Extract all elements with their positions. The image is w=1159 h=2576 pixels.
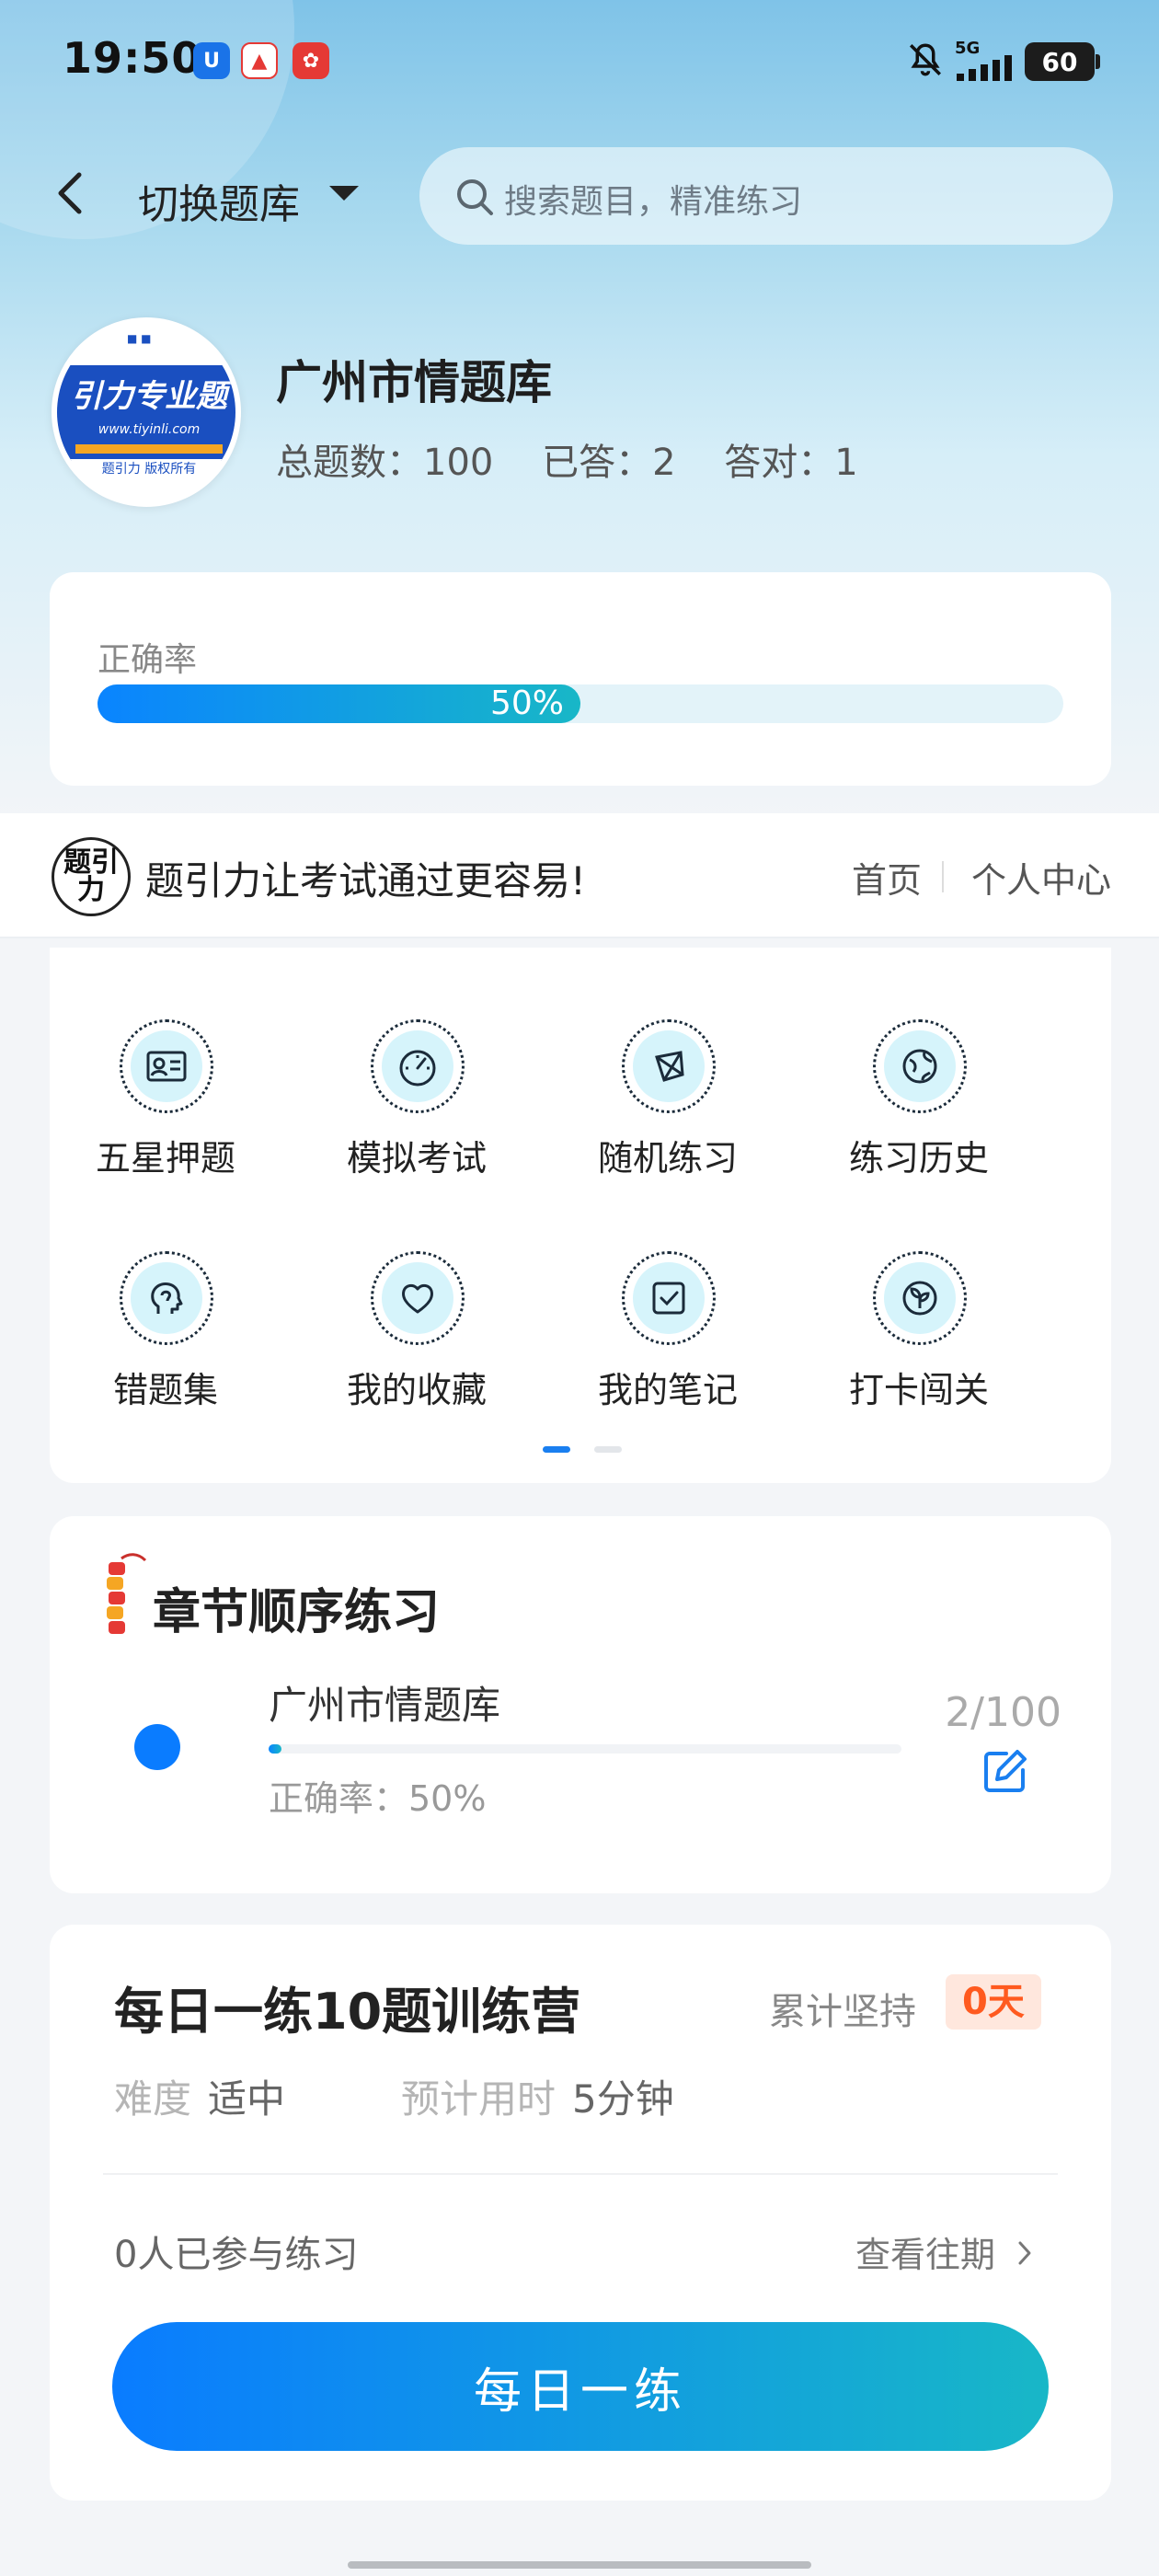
stat-total: 总题数：100 (276, 442, 494, 484)
avatar-mini-label: ■ ■ (127, 332, 152, 345)
chapter-status-dot (134, 1724, 180, 1770)
app-shield-icon: U (193, 42, 230, 79)
grid-item-checkin[interactable]: 打卡闯关 (818, 1207, 1020, 1410)
chapter-item-name[interactable]: 广州市情题库 (269, 1674, 500, 1731)
head-icon (120, 1251, 213, 1345)
grid-item-label: 随机练习 (597, 1138, 738, 1179)
grid-item-label: 打卡闯关 (848, 1370, 989, 1410)
avatar-copyright: 题引力 版权所有 (57, 459, 235, 477)
app-red-triangle-icon: ▲ (241, 42, 278, 79)
mute-bell-icon (910, 43, 941, 76)
feature-grid: 五星押题 模拟考试 随机练习 练习历史 错题集 我的收藏 我的笔记 打卡闯关 (50, 948, 1111, 1483)
grid-item-five-star[interactable]: 五星押题 (64, 975, 267, 1179)
edit-icon[interactable] (979, 1746, 1030, 1798)
accuracy-bar: 50% (98, 684, 1063, 723)
leaf-icon (873, 1251, 967, 1345)
grid-item-label: 我的笔记 (597, 1370, 738, 1410)
accuracy-card: 正确率 50% (50, 572, 1111, 786)
checklist-icon (622, 1251, 716, 1345)
avatar-brand-text: 引力专业题 (71, 378, 227, 415)
promo-divider (942, 861, 944, 892)
time-info: 预计用时 5分钟 (401, 2068, 674, 2124)
bank-title: 广州市情题库 (276, 356, 552, 409)
globe-icon (873, 1019, 967, 1113)
grid-item-label: 我的收藏 (346, 1370, 487, 1410)
grid-item-notes[interactable]: 我的笔记 (567, 1207, 769, 1410)
avatar-stripe (75, 444, 223, 454)
avatar-url: www.tiyinli.com (98, 422, 201, 437)
battery-level: 60 (1041, 46, 1078, 77)
chapter-progress-fill (269, 1744, 281, 1754)
difficulty-info: 难度 适中 (114, 2068, 285, 2124)
chapter-accuracy: 正确率：50% (269, 1778, 487, 1819)
chapter-title: 章节顺序练习 (153, 1585, 441, 1640)
search-placeholder: 搜索题目，精准练习 (504, 183, 803, 221)
speedometer-icon (371, 1019, 465, 1113)
app-red-flower-icon: ✿ (293, 42, 329, 79)
bank-avatar: ■ ■ 引力专业题 www.tiyinli.com 题引力 版权所有 (52, 317, 241, 507)
promo-logo[interactable]: 题引力 (52, 837, 131, 916)
accuracy-bar-fill: 50% (98, 684, 580, 723)
difficulty-label: 难度 (114, 2076, 192, 2122)
chapter-count: 2/100 (945, 1689, 1061, 1736)
stat-answered: 已答：2 (542, 442, 676, 484)
grid-item-label: 模拟考试 (346, 1138, 487, 1179)
grid-item-favorites[interactable]: 我的收藏 (316, 1207, 518, 1410)
grid-item-wrong-questions[interactable]: 错题集 (64, 1207, 267, 1410)
view-history-link[interactable]: 查看往期 (855, 2226, 995, 2277)
search-icon (457, 179, 493, 215)
divider (103, 2173, 1058, 2175)
status-bar: 19:50 U ▲ ✿ 5G 60 (0, 0, 1159, 120)
user-center-link[interactable]: 个人中心 (971, 852, 1111, 903)
id-card-icon (120, 1019, 213, 1113)
back-arrow-icon[interactable] (52, 166, 88, 221)
network-icon (622, 1019, 716, 1113)
stat-correct: 答对：1 (724, 442, 858, 484)
daily-practice-card: 每日一练10题训练营 累计坚持 0天 难度 适中 预计用时 5分钟 0人已参与练习 … (50, 1925, 1111, 2501)
caret-down-icon[interactable] (329, 186, 359, 201)
daily-practice-button[interactable]: 每日一练 (112, 2322, 1049, 2451)
grid-item-random-practice[interactable]: 随机练习 (567, 975, 769, 1179)
persist-days-badge: 0天 (946, 1974, 1041, 2030)
home-link[interactable]: 首页 (852, 852, 922, 903)
grid-item-mock-exam[interactable]: 模拟考试 (316, 975, 518, 1179)
pagination-dot-active[interactable] (543, 1446, 570, 1453)
grid-item-history[interactable]: 练习历史 (818, 975, 1020, 1179)
chapter-practice-card: 章节顺序练习 广州市情题库 正确率：50% 2/100 (50, 1516, 1111, 1893)
promo-bar: 题引力 题引力让考试通过更容易! 首页 个人中心 (0, 813, 1159, 938)
battery-tip (1096, 54, 1100, 69)
promo-logo-text: 题引力 (63, 846, 119, 906)
home-indicator[interactable] (348, 2561, 811, 2569)
accuracy-value: 50% (489, 684, 564, 722)
bank-stats: 总题数：100 已答：2 答对：1 (276, 432, 891, 486)
time-value: 5分钟 (572, 2076, 674, 2122)
grid-item-label: 练习历史 (848, 1138, 989, 1179)
grid-item-label: 错题集 (112, 1370, 218, 1410)
search-bar[interactable]: 搜索题目，精准练习 (419, 147, 1113, 245)
grid-item-label: 五星押题 (95, 1138, 235, 1179)
switch-bank-button[interactable]: 切换题库 (138, 171, 300, 230)
pagination-dot[interactable] (594, 1446, 622, 1453)
promo-slogan: 题引力让考试通过更容易! (145, 858, 586, 903)
accuracy-label: 正确率 (98, 641, 198, 679)
heart-icon (371, 1251, 465, 1345)
difficulty-value: 适中 (208, 2076, 286, 2122)
battery-indicator: 60 (1025, 42, 1100, 81)
joined-count: 0人已参与练习 (114, 2234, 359, 2276)
daily-title: 每日一练10题训练营 (114, 1983, 581, 2041)
firecracker-icon (107, 1553, 147, 1634)
chapter-progress-bar (269, 1744, 901, 1754)
signal-icon (957, 55, 1012, 81)
persist-label: 累计坚持 (769, 1991, 916, 2033)
time-label: 预计用时 (401, 2076, 557, 2122)
status-time: 19:50 (63, 33, 202, 83)
chevron-right-icon[interactable] (1016, 2239, 1034, 2267)
